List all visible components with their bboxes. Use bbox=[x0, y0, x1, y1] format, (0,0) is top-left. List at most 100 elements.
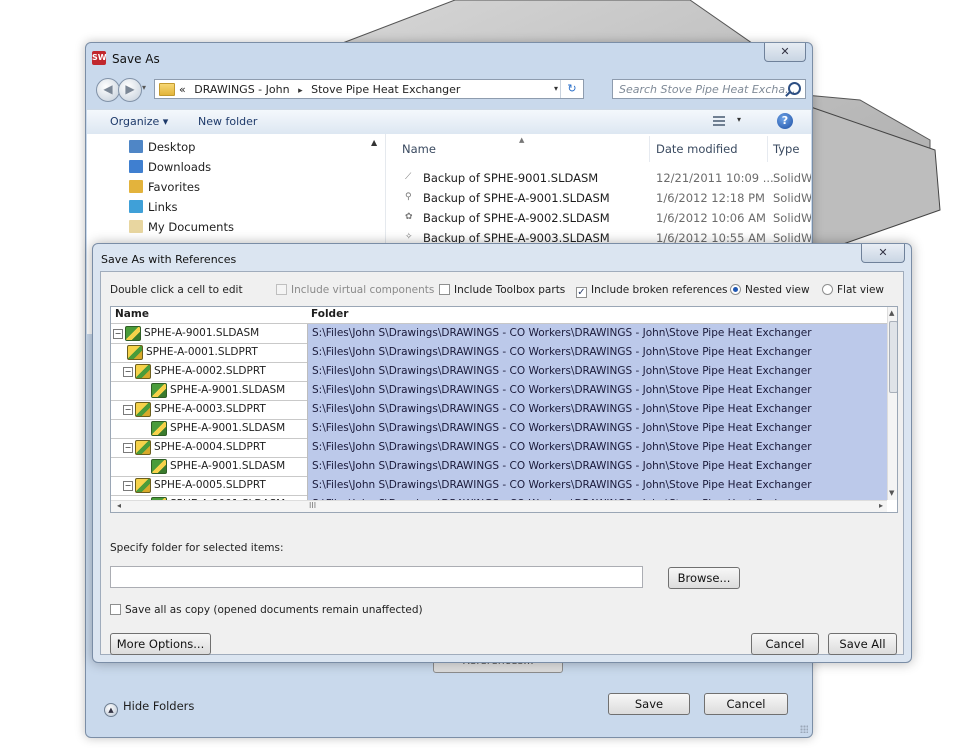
grid-cell-name[interactable]: − SPHE-A-9001.SLDASM bbox=[111, 324, 308, 344]
save-all-as-copy-checkbox[interactable] bbox=[110, 604, 121, 615]
more-options-button[interactable]: More Options... bbox=[110, 633, 211, 655]
view-options-dropdown[interactable]: ▾ bbox=[737, 115, 741, 124]
flat-view-radio[interactable] bbox=[822, 284, 833, 295]
grid-cell-name[interactable]: − SPHE-A-0004.SLDPRT bbox=[111, 438, 308, 458]
save-all-button[interactable]: Save All bbox=[828, 633, 897, 655]
tree-item-downloads[interactable]: Downloads bbox=[129, 160, 211, 178]
refs-close-button[interactable]: ✕ bbox=[861, 244, 905, 263]
scroll-thumb[interactable] bbox=[889, 321, 897, 393]
include-broken-option[interactable]: ✓ Include broken references bbox=[576, 284, 728, 298]
grid-cell-folder[interactable]: S:\Files\John S\Drawings\DRAWINGS - CO W… bbox=[308, 457, 887, 477]
include-toolbox-option[interactable]: Include Toolbox parts bbox=[439, 284, 565, 296]
grid-row[interactable]: − SPHE-A-0002.SLDPRT S:\Files\John S\Drawi… bbox=[111, 362, 887, 382]
column-separator[interactable] bbox=[649, 136, 650, 162]
grid-cell-name[interactable]: − SPHE-A-0005.SLDPRT bbox=[111, 476, 308, 496]
grid-cell-name[interactable]: − SPHE-A-0003.SLDPRT bbox=[111, 400, 308, 420]
tree-scroll-up-icon[interactable]: ▲ bbox=[371, 138, 377, 147]
save-all-as-copy-option[interactable]: Save all as copy (opened documents remai… bbox=[110, 604, 423, 616]
breadcrumb-overflow[interactable]: « bbox=[179, 83, 186, 96]
grid-cell-folder[interactable]: S:\Files\John S\Drawings\DRAWINGS - CO W… bbox=[308, 324, 887, 344]
sort-ascending-icon: ▲ bbox=[519, 136, 525, 144]
grid-name-label: SPHE-A-9001.SLDASM bbox=[144, 327, 260, 339]
hide-folders-toggle[interactable]: ▲ Hide Folders bbox=[104, 699, 194, 717]
help-icon[interactable]: ? bbox=[777, 113, 793, 129]
grid-row[interactable]: SPHE-A-9001.SLDASM S:\Files\John S\Drawin… bbox=[111, 381, 887, 401]
column-header-name[interactable]: Name bbox=[402, 142, 436, 156]
refresh-button[interactable]: ↻ bbox=[560, 80, 583, 98]
include-toolbox-checkbox[interactable] bbox=[439, 284, 450, 295]
tree-collapse-icon[interactable]: − bbox=[113, 329, 123, 339]
save-as-close-button[interactable]: ✕ bbox=[764, 43, 806, 62]
column-separator[interactable] bbox=[767, 136, 768, 162]
grid-header-folder[interactable]: Folder bbox=[311, 308, 348, 320]
tree-item-favorites[interactable]: Favorites bbox=[129, 180, 200, 198]
scroll-down-icon[interactable]: ▼ bbox=[889, 489, 894, 497]
forward-button[interactable]: ▶ bbox=[118, 78, 142, 102]
address-dropdown-icon[interactable]: ▾ bbox=[554, 84, 558, 93]
tree-collapse-icon[interactable]: − bbox=[123, 405, 133, 415]
save-button[interactable]: Save bbox=[608, 693, 690, 715]
hscroll-grip[interactable]: III bbox=[309, 501, 316, 510]
refs-cancel-button[interactable]: Cancel bbox=[751, 633, 819, 655]
file-row[interactable]: ⚲ Backup of SPHE-A-9001.SLDASM 1/6/2012 … bbox=[387, 188, 811, 208]
grid-row[interactable]: − SPHE-A-0003.SLDPRT S:\Files\John S\Drawi… bbox=[111, 400, 887, 420]
breadcrumb-stove-pipe[interactable]: Stove Pipe Heat Exchanger bbox=[311, 83, 460, 96]
grid-cell-name[interactable]: SPHE-A-9001.SLDASM bbox=[111, 381, 308, 401]
tree-collapse-icon[interactable]: − bbox=[123, 367, 133, 377]
grid-horizontal-scrollbar[interactable]: ◂ III ▸ bbox=[111, 500, 887, 512]
grid-row[interactable]: SPHE-A-9001.SLDASM S:\Files\John S\Drawin… bbox=[111, 419, 887, 439]
include-broken-checkbox[interactable]: ✓ bbox=[576, 287, 587, 298]
file-icon: ✿ bbox=[405, 212, 413, 222]
nested-view-radio[interactable] bbox=[730, 284, 741, 295]
scroll-left-icon[interactable]: ◂ bbox=[117, 501, 121, 510]
new-folder-button[interactable]: New folder bbox=[198, 115, 257, 128]
cancel-button[interactable]: Cancel bbox=[704, 693, 788, 715]
grid-vertical-scrollbar[interactable]: ▲ ▼ bbox=[887, 307, 897, 500]
address-bar[interactable]: « DRAWINGS - John ▸ Stove Pipe Heat Exch… bbox=[154, 79, 584, 99]
column-header-date[interactable]: Date modified bbox=[656, 142, 738, 156]
grid-cell-folder[interactable]: S:\Files\John S\Drawings\DRAWINGS - CO W… bbox=[308, 400, 887, 420]
breadcrumb-separator-icon[interactable]: ▸ bbox=[298, 86, 303, 96]
grid-cell-folder[interactable]: S:\Files\John S\Drawings\DRAWINGS - CO W… bbox=[308, 362, 887, 382]
scroll-right-icon[interactable]: ▸ bbox=[879, 501, 883, 510]
grid-name-label: SPHE-A-0003.SLDPRT bbox=[154, 403, 266, 415]
resize-grip[interactable] bbox=[800, 725, 808, 733]
grid-row[interactable]: − SPHE-A-9001.SLDASM S:\Files\John S\Drawi… bbox=[111, 324, 887, 344]
file-row[interactable]: ✿ Backup of SPHE-A-9002.SLDASM 1/6/2012 … bbox=[387, 208, 811, 228]
tree-item-my-documents[interactable]: My Documents bbox=[129, 220, 234, 238]
nested-view-option[interactable]: Nested view bbox=[730, 284, 810, 296]
grid-row[interactable]: SPHE-A-0001.SLDPRT S:\Files\John S\Drawin… bbox=[111, 343, 887, 363]
browse-button[interactable]: Browse... bbox=[668, 567, 740, 589]
grid-header-name[interactable]: Name bbox=[115, 308, 149, 320]
grid-cell-folder[interactable]: S:\Files\John S\Drawings\DRAWINGS - CO W… bbox=[308, 343, 887, 363]
change-view-icon[interactable] bbox=[713, 116, 725, 126]
search-input[interactable]: Search Stove Pipe Heat Excha... bbox=[612, 79, 806, 99]
file-row[interactable]: ⟋ Backup of SPHE-9001.SLDASM 12/21/2011 … bbox=[387, 168, 811, 188]
save-all-as-copy-label: Save all as copy (opened documents remai… bbox=[125, 604, 423, 616]
grid-cell-folder[interactable]: S:\Files\John S\Drawings\DRAWINGS - CO W… bbox=[308, 381, 887, 401]
grid-row[interactable]: − SPHE-A-0004.SLDPRT S:\Files\John S\Drawi… bbox=[111, 438, 887, 458]
grid-cell-folder[interactable]: S:\Files\John S\Drawings\DRAWINGS - CO W… bbox=[308, 476, 887, 496]
grid-cell-name[interactable]: SPHE-A-9001.SLDASM bbox=[111, 419, 308, 439]
grid-cell-folder[interactable]: S:\Files\John S\Drawings\DRAWINGS - CO W… bbox=[308, 419, 887, 439]
back-button[interactable]: ◀ bbox=[96, 78, 120, 102]
recent-locations-dropdown[interactable]: ▾ bbox=[142, 83, 146, 92]
tree-item-links[interactable]: Links bbox=[129, 200, 178, 218]
grid-cell-name[interactable]: SPHE-A-9001.SLDASM bbox=[111, 457, 308, 477]
organize-button[interactable]: Organize ▾ bbox=[110, 115, 168, 128]
flat-view-option[interactable]: Flat view bbox=[822, 284, 884, 296]
grid-row[interactable]: − SPHE-A-0005.SLDPRT S:\Files\John S\Drawi… bbox=[111, 476, 887, 496]
search-icon[interactable] bbox=[788, 82, 801, 95]
grid-cell-name[interactable]: SPHE-A-0001.SLDPRT bbox=[111, 343, 308, 363]
tree-collapse-icon[interactable]: − bbox=[123, 481, 133, 491]
tree-item-desktop[interactable]: Desktop bbox=[129, 140, 195, 158]
tree-collapse-icon[interactable]: − bbox=[123, 443, 133, 453]
grid-row[interactable]: SPHE-A-9001.SLDASM S:\Files\John S\Drawin… bbox=[111, 457, 887, 477]
folder-path-input[interactable] bbox=[110, 566, 643, 588]
save-as-titlebar[interactable]: SW Save As ✕ bbox=[86, 43, 812, 71]
breadcrumb-drawings-john[interactable]: DRAWINGS - John bbox=[194, 83, 289, 96]
grid-cell-name[interactable]: − SPHE-A-0002.SLDPRT bbox=[111, 362, 308, 382]
column-header-type[interactable]: Type bbox=[773, 142, 799, 156]
scroll-up-icon[interactable]: ▲ bbox=[889, 309, 894, 317]
grid-cell-folder[interactable]: S:\Files\John S\Drawings\DRAWINGS - CO W… bbox=[308, 438, 887, 458]
